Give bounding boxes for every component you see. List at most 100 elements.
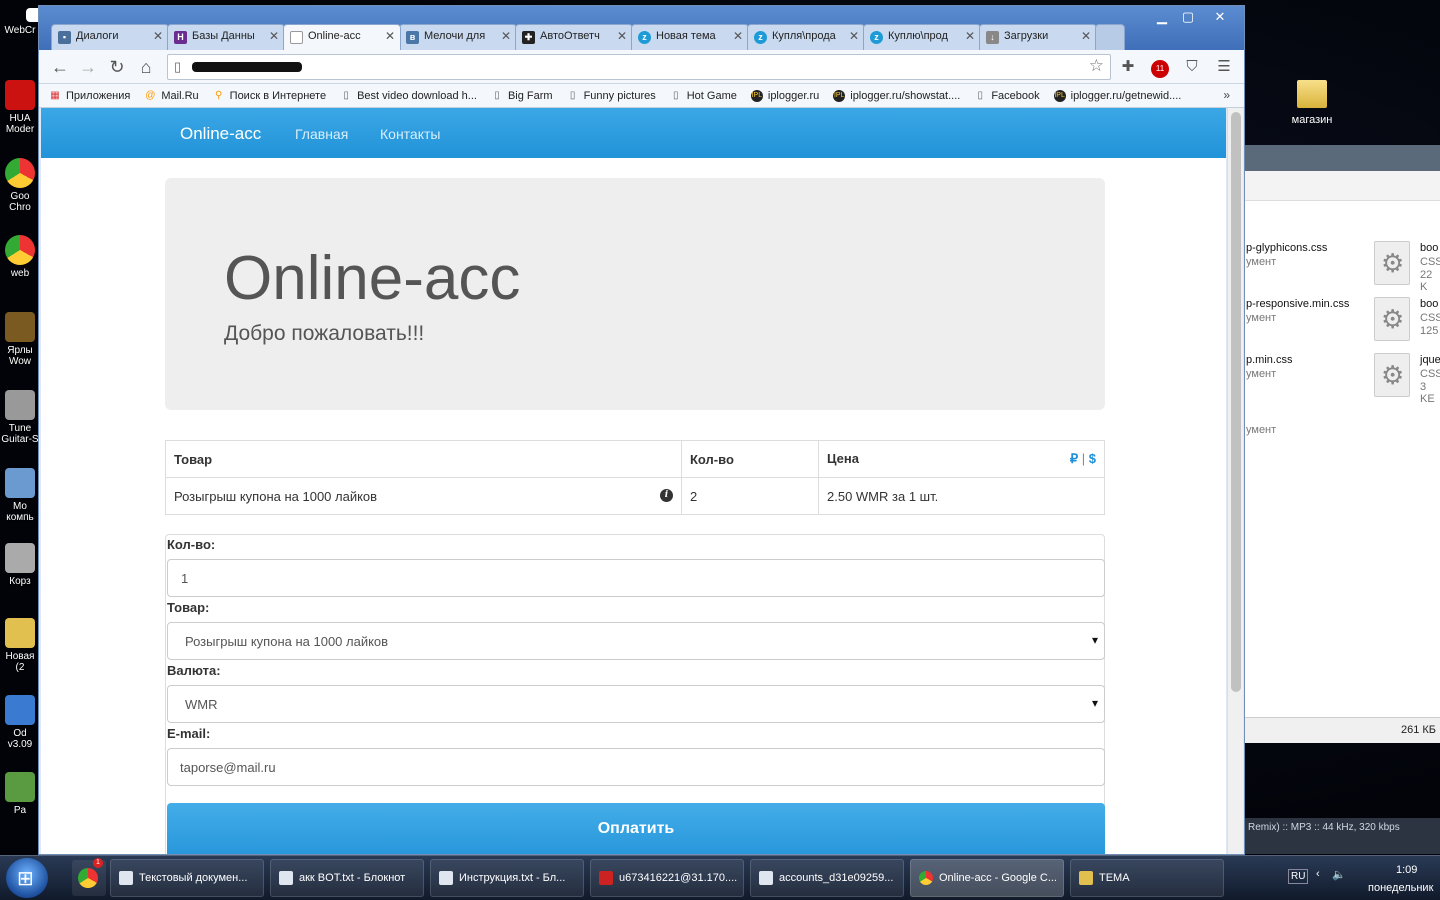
clock-time[interactable]: 1:09 bbox=[1396, 864, 1417, 876]
qty-input[interactable]: 1 bbox=[167, 559, 1105, 597]
desktop-icon-10[interactable]: Od v3.09 bbox=[0, 695, 40, 750]
file-name[interactable]: p-responsive.min.css bbox=[1246, 298, 1349, 310]
tab-buy-sell-2[interactable]: z Куплю\прод ✕ bbox=[863, 24, 981, 50]
reload-icon[interactable]: ↻ bbox=[106, 56, 128, 78]
new-tab-button[interactable] bbox=[1095, 24, 1125, 50]
home-icon[interactable]: ⌂ bbox=[135, 56, 157, 78]
email-input[interactable]: taporse@mail.ru bbox=[167, 748, 1105, 786]
vk-icon: в bbox=[406, 31, 419, 44]
bookmark-search[interactable]: ⚲ Поиск в Интернете bbox=[213, 90, 326, 102]
desktop-folder[interactable]: магазин bbox=[1290, 80, 1334, 126]
css-file-icon[interactable] bbox=[1374, 353, 1410, 397]
tab-online-acc[interactable]: Online-acc ✕ bbox=[283, 24, 401, 50]
explorer-window: p-glyphicons.css умент p-responsive.min.… bbox=[1244, 145, 1440, 743]
tab-databases[interactable]: H Базы Данны ✕ bbox=[167, 24, 285, 50]
page-scrollbar[interactable] bbox=[1227, 108, 1243, 854]
address-bar[interactable]: ▯ ☆ bbox=[167, 54, 1111, 80]
iplogger-icon: IPL bbox=[1053, 89, 1066, 102]
bookmark-facebook[interactable]: ▯ Facebook bbox=[974, 89, 1040, 102]
pay-button[interactable]: Оплатить bbox=[167, 803, 1105, 854]
desktop-icon-9[interactable]: Новая (2 bbox=[0, 618, 40, 673]
tab-close-icon[interactable]: ✕ bbox=[385, 29, 395, 43]
tab-close-icon[interactable]: ✕ bbox=[617, 29, 627, 43]
file-name[interactable]: boo bbox=[1420, 298, 1438, 310]
maximize-button[interactable]: ▢ bbox=[1175, 8, 1201, 26]
tab-close-icon[interactable]: ✕ bbox=[849, 29, 859, 43]
bookmark-hotgame[interactable]: ▯ Hot Game bbox=[670, 90, 737, 102]
scrollbar-thumb[interactable] bbox=[1231, 112, 1241, 692]
css-file-icon[interactable] bbox=[1374, 297, 1410, 341]
tab-close-icon[interactable]: ✕ bbox=[501, 29, 511, 43]
tray-chevron-icon[interactable]: ‹ bbox=[1316, 868, 1320, 880]
desktop-icon-8[interactable]: Корз bbox=[0, 543, 40, 587]
shield-icon[interactable]: ⛉ bbox=[1181, 56, 1203, 78]
minimize-button[interactable]: ▁ bbox=[1149, 8, 1175, 26]
start-button[interactable] bbox=[6, 858, 48, 898]
tab-downloads[interactable]: ↓ Загрузки ✕ bbox=[979, 24, 1097, 50]
taskbar-item[interactable]: accounts_d31e09259... bbox=[750, 859, 904, 897]
bookmark-iplogger-new[interactable]: IPL iplogger.ru/getnewid.... bbox=[1053, 89, 1181, 102]
file-name[interactable]: boo bbox=[1420, 242, 1438, 254]
volume-icon[interactable]: 🔈 bbox=[1332, 868, 1346, 881]
bookmark-bigfarm[interactable]: ▯ Big Farm bbox=[491, 90, 552, 102]
desktop-icon-4[interactable]: web bbox=[0, 235, 40, 279]
bookmark-star-icon[interactable]: ☆ bbox=[1089, 56, 1104, 76]
email-input-value: taporse@mail.ru bbox=[180, 760, 276, 775]
bookmarks-overflow-button[interactable]: » bbox=[1223, 88, 1230, 102]
adblock-icon[interactable]: 11 bbox=[1149, 56, 1171, 78]
file-name[interactable]: jque bbox=[1420, 354, 1440, 366]
bookmark-apps[interactable]: ▦ Приложения bbox=[49, 90, 130, 102]
nav-link-contacts[interactable]: Контакты bbox=[380, 126, 440, 142]
desktop-icon-2[interactable]: HUA Moder bbox=[0, 80, 40, 135]
desktop-icon-5[interactable]: Ярлы Wow bbox=[0, 312, 40, 367]
tab-close-icon[interactable]: ✕ bbox=[269, 29, 279, 43]
back-arrow-icon[interactable]: ← bbox=[49, 56, 71, 78]
tab-dialogs[interactable]: ▪ Диалоги ✕ bbox=[51, 24, 169, 50]
bookmark-video[interactable]: ▯ Best video download h... bbox=[340, 90, 477, 102]
desktop-icon-11[interactable]: Pa bbox=[0, 772, 40, 816]
currency-rub-link[interactable]: ₽ bbox=[1070, 451, 1078, 466]
bookmark-funny[interactable]: ▯ Funny pictures bbox=[567, 90, 656, 102]
nav-link-home[interactable]: Главная bbox=[295, 126, 348, 142]
media-track-info: Remix) :: MP3 :: 44 kHz, 320 kbps bbox=[1248, 822, 1400, 833]
tab-close-icon[interactable]: ✕ bbox=[965, 29, 975, 43]
currency-usd-link[interactable]: $ bbox=[1089, 451, 1096, 466]
forward-arrow-icon[interactable]: → bbox=[77, 56, 99, 78]
tab-close-icon[interactable]: ✕ bbox=[1081, 29, 1091, 43]
taskbar-item[interactable]: Текстовый докумен... bbox=[110, 859, 264, 897]
desktop-icon-6[interactable]: Tune Guitar-S bbox=[0, 390, 40, 445]
bookmark-iplogger-stat[interactable]: IPL iplogger.ru/showstat.... bbox=[833, 89, 960, 102]
desktop-icon-3[interactable]: Goo Chro bbox=[0, 158, 40, 213]
price-header-label: Цена bbox=[827, 451, 859, 466]
file-size: 3 KE bbox=[1420, 381, 1435, 405]
bookmark-label: Best video download h... bbox=[357, 89, 477, 102]
desktop-icon-1[interactable]: WebCr bbox=[0, 8, 42, 36]
site-brand[interactable]: Online-acc bbox=[180, 124, 261, 144]
recycle-bin-icon bbox=[5, 543, 35, 573]
tab-new-topic[interactable]: z Новая тема ✕ bbox=[631, 24, 749, 50]
taskbar-item[interactable]: акк BOT.txt - Блокнот bbox=[270, 859, 424, 897]
language-indicator[interactable]: RU bbox=[1288, 869, 1309, 884]
product-select[interactable]: Розыгрыш купона на 1000 лайков bbox=[167, 622, 1105, 660]
tab-buy-sell-1[interactable]: z Купля\прода ✕ bbox=[747, 24, 865, 50]
tab-close-icon[interactable]: ✕ bbox=[733, 29, 743, 43]
taskbar-item[interactable]: ТЕМА bbox=[1070, 859, 1224, 897]
bookmark-iplogger[interactable]: IPL iplogger.ru bbox=[750, 89, 819, 102]
taskbar-item[interactable]: u673416221@31.170.... bbox=[590, 859, 744, 897]
currency-select[interactable]: WMR bbox=[167, 685, 1105, 723]
tab-vk[interactable]: в Мелочи для ✕ bbox=[399, 24, 517, 50]
taskbar-item[interactable]: Инструкция.txt - Бл... bbox=[430, 859, 584, 897]
close-window-button[interactable]: ✕ bbox=[1203, 8, 1237, 26]
file-name[interactable]: p.min.css bbox=[1246, 354, 1292, 366]
page-icon: ▯ bbox=[977, 89, 984, 101]
info-icon[interactable]: i bbox=[660, 488, 673, 502]
desktop-icon-7[interactable]: Мо компь bbox=[0, 468, 40, 523]
bookmark-mailru[interactable]: @ Mail.Ru bbox=[144, 90, 198, 102]
tab-autoanswer[interactable]: ✚ АвтоОтветч ✕ bbox=[515, 24, 633, 50]
menu-icon[interactable]: ☰ bbox=[1213, 56, 1235, 78]
tab-close-icon[interactable]: ✕ bbox=[153, 29, 163, 43]
taskbar-item-active[interactable]: Online-acc - Google C... bbox=[910, 859, 1064, 897]
extension-puzzle-icon[interactable]: ✚ bbox=[1117, 56, 1139, 78]
file-name[interactable]: p-glyphicons.css bbox=[1246, 242, 1327, 254]
css-file-icon[interactable] bbox=[1374, 241, 1410, 285]
